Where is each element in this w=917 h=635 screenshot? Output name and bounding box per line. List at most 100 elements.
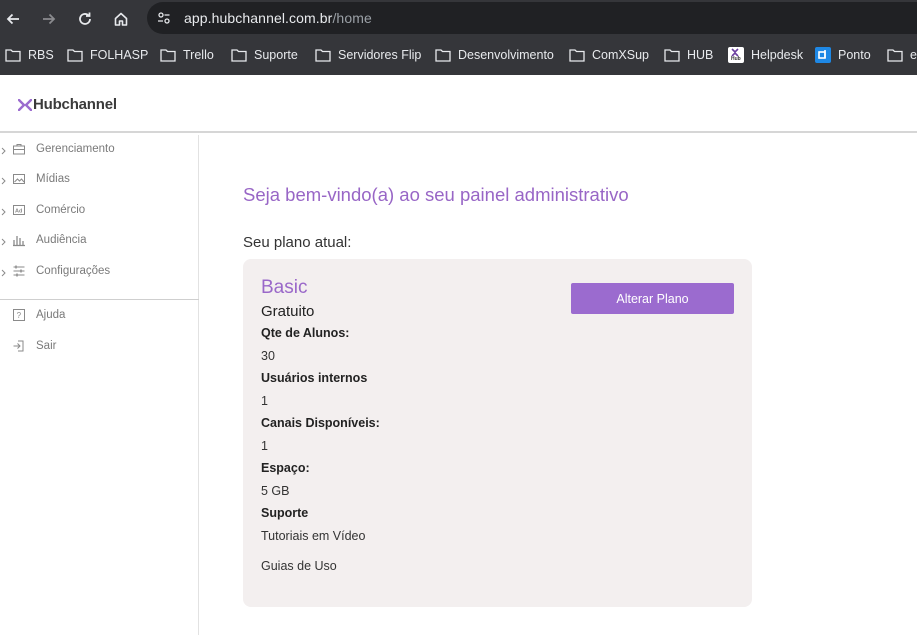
bookmark-rbs[interactable]: RBS [5,46,54,64]
field-value-storage: 5 GB [261,484,290,498]
ad-icon: Ad [13,205,25,215]
url-host: app.hubchannel.com.br [184,10,333,26]
chevron-right-icon [1,269,6,277]
field-label-internal-users: Usuários internos [261,371,368,385]
field-label-storage: Espaço: [261,461,310,475]
sidebar-item-configuracoes[interactable]: Configurações [0,261,199,283]
bookmark-label: Suporte [254,48,298,62]
bookmark-desenvolvimento[interactable]: Desenvolvimento [435,46,554,64]
chevron-right-icon [1,147,6,155]
bookmark-ponto[interactable]: Ponto [815,46,871,64]
logo[interactable]: Hubchannel [18,96,117,113]
plan-price: Gratuito [261,303,315,320]
bookmark-label: Servidores Flip [338,48,422,62]
folder-icon [231,47,247,63]
back-button[interactable] [1,7,25,31]
folder-icon [435,47,451,63]
hub-favicon-icon: Hub [728,47,744,63]
sidebar-item-label: Sair [36,340,57,352]
bookmark-label: Trello [183,48,214,62]
sidebar-item-label: Configurações [36,265,111,277]
favicon-text: Hub [731,56,741,62]
sidebar-item-ajuda[interactable]: ? Ajuda [0,305,199,327]
logout-icon [13,340,24,352]
field-label-support: Suporte [261,506,309,520]
sidebar-item-label: Comércio [36,204,86,216]
field-value-channels: 1 [261,439,268,453]
bookmarks-bar: RBS FOLHASP Trello Suporte Servidores Fl… [0,37,917,75]
svg-text:Ad: Ad [15,209,22,215]
bookmark-suporte[interactable]: Suporte [231,46,298,64]
bookmark-label: Desenvolvimento [458,48,554,62]
sidebar-item-label: Ajuda [36,309,66,321]
sidebar-item-gerenciamento[interactable]: Gerenciamento [0,139,199,161]
forward-button[interactable] [37,7,61,31]
home-icon [114,12,128,26]
folder-icon [887,47,903,63]
app-header: Hubchannel [0,75,917,133]
arrow-left-icon [6,13,19,25]
folder-icon [67,47,83,63]
hubchannel-logo-icon [18,98,32,111]
sidebar-item-sair[interactable]: Sair [0,336,199,358]
plan-name: Basic [261,277,308,298]
url-text: app.hubchannel.com.br/home [184,10,372,26]
svg-text:?: ? [17,311,22,320]
sidebar-item-audiencia[interactable]: Audiência [0,230,199,252]
bar-chart-icon [13,236,25,247]
chevron-right-icon [1,177,6,185]
field-value-support-extra: Guias de Uso [261,559,337,573]
bookmark-label: RBS [28,48,54,62]
bookmark-label: Helpdesk [751,48,804,62]
address-bar[interactable]: app.hubchannel.com.br/home [147,2,917,34]
field-label-channels: Canais Disponíveis: [261,416,380,430]
bookmark-label: FOLHASP [90,48,149,62]
plan-card: Basic Gratuito Alterar Plano Qte de Alun… [243,259,752,607]
folder-icon [664,47,680,63]
current-plan-label: Seu plano atual: [243,234,352,251]
field-value-students: 30 [261,349,275,363]
bookmark-folhasp[interactable]: FOLHASP [67,46,148,64]
change-plan-button[interactable]: Alterar Plano [571,283,734,314]
folder-icon [315,47,331,63]
url-path: /home [332,10,372,26]
browser-toolbar: app.hubchannel.com.br/home [0,0,917,37]
sliders-icon [13,265,25,277]
bookmark-comxsup[interactable]: ComXSup [569,46,649,64]
bookmark-hub[interactable]: HUB [664,46,713,64]
briefcase-icon [13,144,25,155]
sidebar-item-label: Mídias [36,173,70,185]
reload-button[interactable] [73,7,97,31]
field-label-students: Qte de Alunos: [261,326,350,340]
site-info-icon[interactable] [153,7,175,29]
chevron-right-icon [1,208,6,216]
bookmark-label: HUB [687,48,714,62]
page-title: Seja bem-vindo(a) ao seu painel administ… [243,184,629,205]
bookmark-servidores-flip[interactable]: Servidores Flip [315,46,421,64]
folder-icon [160,47,176,63]
help-icon: ? [13,309,25,321]
bookmark-partial[interactable]: e [887,46,917,64]
folder-icon [569,47,585,63]
sidebar-item-midias[interactable]: Mídias [0,169,199,191]
sidebar-item-label: Gerenciamento [36,143,115,155]
reload-icon [79,12,91,25]
bookmark-label: ComXSup [592,48,649,62]
ponto-favicon-icon [815,47,831,63]
arrow-right-icon [43,13,56,25]
field-value-internal-users: 1 [261,394,268,408]
sidebar-item-comercio[interactable]: Ad Comércio [0,200,199,222]
bookmark-label: e [910,48,917,62]
sidebar-divider [0,299,199,300]
image-icon [13,174,25,184]
sidebar-item-label: Audiência [36,234,87,246]
bookmark-trello[interactable]: Trello [160,46,214,64]
home-button[interactable] [109,7,133,31]
sidebar: Gerenciamento Mídias Ad Comércio Audiênc… [0,135,199,635]
bookmark-helpdesk[interactable]: Hub Helpdesk [728,46,803,64]
field-value-support: Tutoriais em Vídeo [261,529,366,543]
bookmark-label: Ponto [838,48,871,62]
logo-text: Hubchannel [33,96,117,113]
folder-icon [5,47,21,63]
chevron-right-icon [1,238,6,246]
